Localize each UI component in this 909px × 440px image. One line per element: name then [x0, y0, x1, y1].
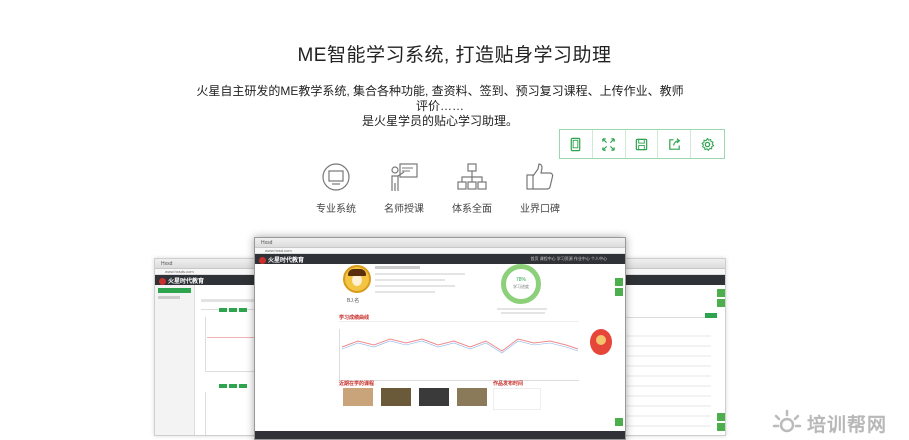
feature-comprehensive-system: 体系全面: [439, 160, 505, 215]
hero-description: 火星自主研发的ME教学系统, 集合各种功能, 查资料、签到、预习复习课程、上传作…: [190, 84, 690, 129]
tablet-icon: [571, 137, 581, 151]
site-header: [615, 275, 725, 285]
courses-title: 近期在学的课程: [339, 381, 375, 387]
site-logo: 火星时代教育: [159, 276, 204, 285]
site-footer: [255, 431, 625, 439]
sun-logo-icon: [772, 409, 802, 433]
score-chart: [339, 329, 579, 381]
teacher-icon: [391, 163, 418, 191]
course-thumbnail: [343, 388, 373, 406]
feature-label: 名师授课: [384, 204, 424, 215]
browser-tab: Hxsd: [255, 238, 625, 248]
page-title: ME智能学习系统, 打造贴身学习助理: [297, 45, 612, 66]
settings-icon: [701, 137, 715, 151]
feature-industry-reputation: 业界口碑: [507, 160, 573, 215]
feature-label: 专业系统: [316, 204, 356, 215]
screenshot-main: Hxsd www.hxsd.com 火星时代教育 首页 课程中心 学习资源 作业…: [254, 237, 626, 440]
description-line-2: 评价……: [415, 99, 464, 113]
save-icon: [635, 138, 648, 150]
feature-label: 业界口碑: [520, 204, 560, 215]
progress-value: 78%: [515, 277, 526, 283]
watermark: 培训帮网: [772, 407, 887, 439]
mascot-image: [585, 323, 615, 363]
settings-button[interactable]: [691, 130, 724, 158]
save-button[interactable]: [626, 130, 659, 158]
chart-title: 学习成绩曲线: [339, 315, 370, 321]
feature-label: 体系全面: [452, 204, 492, 215]
screenshot-right: [614, 258, 726, 436]
feature-professional-system: 专业系统: [303, 160, 369, 215]
watermark-text: 培训帮网: [807, 414, 888, 436]
monitor-icon: [322, 163, 350, 191]
course-thumbnail: [419, 388, 449, 406]
thumbs-up-icon: [526, 163, 554, 190]
floating-toolbar: [559, 129, 725, 159]
avatar: [343, 265, 371, 293]
hierarchy-icon: [457, 163, 487, 190]
progress-label: 学习进度: [513, 284, 529, 289]
feature-famous-teachers: 名师授课: [371, 160, 437, 215]
share-button[interactable]: [658, 130, 692, 158]
tablet-view-button[interactable]: [560, 130, 593, 158]
course-thumbnail: [457, 388, 487, 406]
description-line-1: 火星自主研发的ME教学系统, 集合各种功能, 查资料、签到、预习复习课程、上传作…: [196, 84, 684, 98]
avatar-name: BJ.名: [347, 298, 360, 304]
description-line-3: 是火星学员的贴心学习助理。: [361, 114, 518, 128]
site-nav: 首页 课程中心 学习资源 作业中心 个人中心: [530, 256, 607, 261]
fullscreen-button[interactable]: [593, 130, 626, 158]
course-thumbnail: [381, 388, 411, 406]
site-logo: 火星时代教育: [259, 255, 304, 264]
notices-title: 作品发布时间: [493, 381, 524, 387]
progress-ring: 78% 学习进度: [501, 264, 541, 304]
feature-list: 专业系统 名师授课 体系全面 业界口碑: [303, 160, 573, 215]
share-icon: [668, 137, 681, 150]
fullscreen-icon: [602, 137, 615, 151]
side-nav: [155, 285, 195, 435]
site-header: 火星时代教育 首页 课程中心 学习资源 作业中心 个人中心: [255, 254, 625, 264]
